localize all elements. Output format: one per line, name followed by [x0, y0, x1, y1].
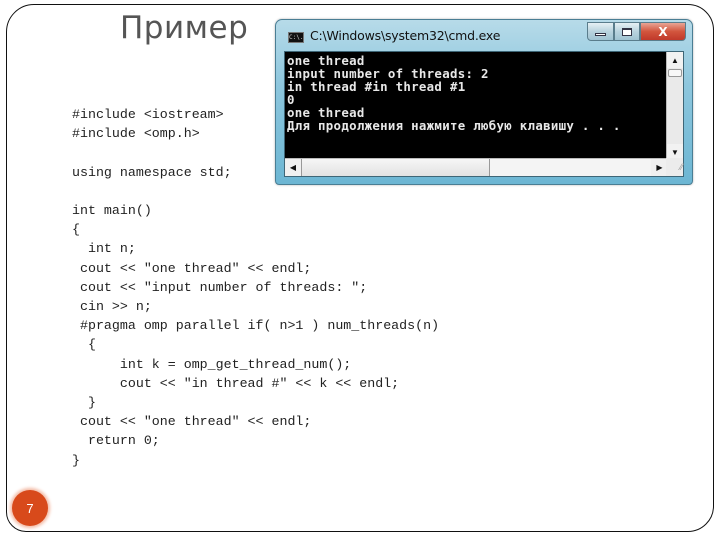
horizontal-scroll-thumb[interactable]: [302, 159, 490, 176]
code-line: Для продолжения нажмите любую клавишу . …: [287, 118, 621, 133]
code-line: int n;: [72, 241, 136, 257]
cmd-window[interactable]: C:\. C:\Windows\system32\cmd.exe X one t…: [275, 19, 693, 185]
code-block-header: #include <iostream> #include <omp.h> usin…: [72, 105, 232, 182]
vertical-scroll-thumb[interactable]: [668, 69, 682, 77]
cmd-titlebar[interactable]: C:\. C:\Windows\system32\cmd.exe X: [276, 20, 692, 45]
code-line: {: [72, 222, 80, 238]
code-line: #pragma omp parallel if( n>1 ) num_threa…: [72, 318, 440, 334]
code-block-main: int main() { int n; cout << "one thread" …: [72, 201, 439, 470]
code-line: #include <omp.h>: [72, 126, 200, 142]
maximize-icon: [622, 27, 632, 36]
cmd-window-title: C:\Windows\system32\cmd.exe: [310, 28, 501, 43]
arrow-up-icon: ▲: [671, 55, 679, 65]
arrow-left-icon: ◀: [289, 163, 297, 172]
vertical-scrollbar[interactable]: ▲ ▼: [666, 52, 683, 160]
code-line: in thread #in thread #1: [287, 79, 466, 94]
minimize-button[interactable]: [587, 22, 614, 41]
minimize-icon: [595, 33, 606, 36]
close-icon: X: [658, 24, 668, 39]
window-controls: X: [587, 22, 686, 41]
console-area[interactable]: one thread input number of threads: 2 in t…: [284, 51, 684, 177]
code-line: cin >> n;: [72, 299, 152, 315]
resize-grip-icon: ⁄⁄: [679, 162, 683, 172]
code-line: }: [72, 452, 80, 468]
slide-title: Пример: [120, 10, 249, 46]
code-line: int k = omp_get_thread_num();: [72, 356, 352, 372]
code-line: cout << "one thread" << endl;: [72, 260, 312, 276]
code-line: cout << "one thread" << endl;: [72, 414, 312, 430]
code-line: return 0;: [72, 433, 160, 449]
page-number: 7: [26, 500, 34, 516]
arrow-down-icon: ▼: [671, 147, 679, 157]
scroll-left-button[interactable]: ◀: [285, 159, 302, 176]
scroll-up-button[interactable]: ▲: [667, 52, 683, 68]
close-button[interactable]: X: [640, 22, 686, 41]
code-line: using namespace std;: [72, 164, 232, 180]
resize-grip[interactable]: ⁄⁄: [666, 158, 683, 176]
horizontal-scrollbar[interactable]: ◀ ▶: [285, 158, 668, 176]
code-line: {: [72, 337, 96, 353]
code-line: int main(): [72, 203, 152, 218]
page-number-badge: 7: [12, 490, 48, 526]
console-output: one thread input number of threads: 2 in t…: [287, 54, 621, 132]
code-line: #include <iostream>: [72, 107, 224, 122]
maximize-button[interactable]: [614, 22, 640, 41]
arrow-right-icon: ▶: [656, 163, 663, 172]
code-line: }: [72, 395, 96, 411]
code-line: cout << "input number of threads: ";: [72, 279, 368, 295]
code-line: cout << "in thread #" << k << endl;: [72, 375, 400, 391]
cmd-icon: C:\.: [288, 32, 304, 43]
